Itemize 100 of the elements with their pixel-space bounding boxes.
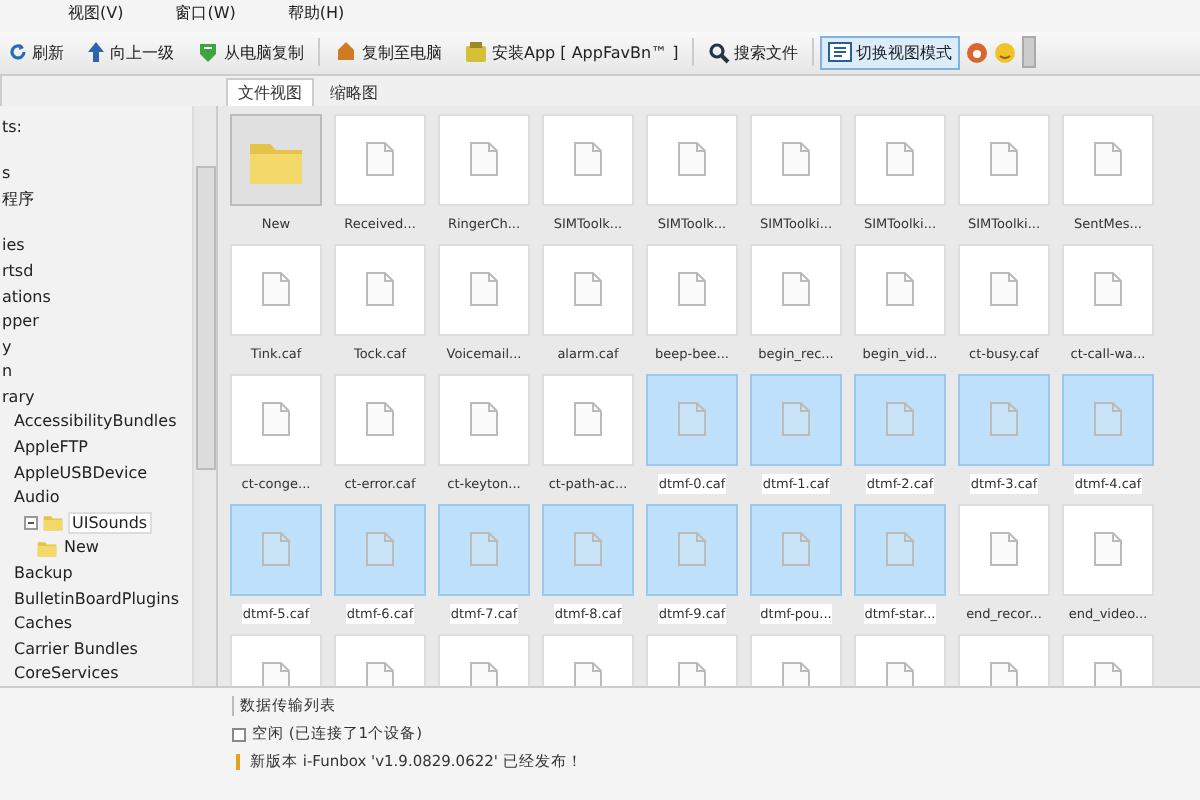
- file-icon: [678, 142, 706, 177]
- folder-icon: [42, 512, 64, 533]
- more-button[interactable]: [1022, 36, 1037, 69]
- view-tab[interactable]: 缩略图: [318, 77, 390, 106]
- file-tile[interactable]: [438, 243, 530, 336]
- menu-item[interactable]: 视图(V): [68, 2, 124, 32]
- file-tile[interactable]: [334, 113, 426, 206]
- file-tile[interactable]: [646, 113, 738, 206]
- tree-item[interactable]: ts:: [0, 117, 24, 136]
- file-icon: [782, 142, 810, 177]
- scrollbar-thumb[interactable]: [195, 165, 215, 470]
- tree-item[interactable]: rtsd: [0, 261, 36, 280]
- tree-item[interactable]: ies: [0, 236, 27, 255]
- file-tile[interactable]: [646, 373, 738, 466]
- expander-icon: [24, 515, 38, 530]
- file-icon: [782, 272, 810, 307]
- file-icon: [366, 532, 394, 567]
- file-icon: [678, 272, 706, 307]
- tree-item[interactable]: AppleFTP: [12, 438, 90, 457]
- up-arrow-icon: [86, 40, 106, 65]
- file-icon: [366, 142, 394, 177]
- file-icon: [262, 532, 290, 567]
- file-icon: [990, 532, 1018, 567]
- toolbar-button[interactable]: 切换视图模式: [820, 35, 961, 70]
- file-tile[interactable]: [230, 503, 322, 596]
- file-tile[interactable]: [542, 373, 634, 466]
- tree-item[interactable]: New: [62, 538, 101, 557]
- file-tile[interactable]: [542, 113, 634, 206]
- file-tile[interactable]: [854, 113, 946, 206]
- toolbar-button[interactable]: 复制至电脑: [326, 35, 450, 70]
- tree-item[interactable]: CoreServices: [12, 664, 121, 683]
- file-icon: [574, 272, 602, 307]
- file-icon: [470, 142, 498, 177]
- file-icon: [1094, 142, 1122, 177]
- file-icon: [990, 272, 1018, 307]
- file-tile[interactable]: [334, 503, 426, 596]
- file-tile[interactable]: [334, 373, 426, 466]
- file-tile[interactable]: [750, 243, 842, 336]
- view-tab[interactable]: 文件视图: [226, 77, 314, 106]
- tree-item[interactable]: Audio: [12, 488, 62, 507]
- file-tile[interactable]: [958, 373, 1050, 466]
- file-icon: [366, 402, 394, 437]
- toolbar-button[interactable]: 从电脑复制: [188, 35, 312, 70]
- file-tile[interactable]: [1062, 373, 1154, 466]
- file-tile[interactable]: [750, 113, 842, 206]
- file-tile[interactable]: [438, 373, 530, 466]
- tree-item[interactable]: 程序: [0, 187, 36, 210]
- tree-item[interactable]: ations: [0, 287, 53, 305]
- toolbar-button[interactable]: 向上一级: [78, 35, 182, 70]
- tree-item[interactable]: s: [0, 164, 13, 183]
- file-tile[interactable]: [542, 243, 634, 336]
- file-tile[interactable]: [854, 503, 946, 596]
- file-icon: [262, 272, 290, 307]
- tree-item[interactable]: Backup: [12, 564, 75, 583]
- file-tile[interactable]: [750, 373, 842, 466]
- smiley-icon: [994, 41, 1017, 64]
- toolbar-button[interactable]: 刷新: [0, 35, 72, 70]
- toolbar-button[interactable]: 搜索文件: [700, 35, 807, 70]
- file-tile[interactable]: [750, 503, 842, 596]
- file-icon: [678, 532, 706, 567]
- file-tile[interactable]: [1062, 243, 1154, 336]
- file-tile[interactable]: [1062, 503, 1154, 596]
- menu-item[interactable]: 窗口(W): [175, 2, 236, 32]
- toolbar-button[interactable]: 安装App [ AppFavBn™ ]: [456, 35, 687, 70]
- file-icon: [470, 272, 498, 307]
- file-tile[interactable]: [542, 503, 634, 596]
- tree-item[interactable]: n: [0, 362, 15, 381]
- file-tile[interactable]: [646, 243, 738, 336]
- file-tile[interactable]: [230, 113, 322, 206]
- file-tile[interactable]: [854, 243, 946, 336]
- file-icon: [1094, 402, 1122, 437]
- file-icon: [886, 142, 914, 177]
- tree-item[interactable]: pper: [0, 312, 41, 331]
- file-tile[interactable]: [646, 503, 738, 596]
- tree-item[interactable]: rary: [0, 387, 37, 406]
- file-tile[interactable]: [230, 373, 322, 466]
- tree-item[interactable]: BulletinBoardPlugins: [12, 589, 182, 608]
- app-icon: [464, 40, 488, 65]
- refresh-icon: [8, 42, 28, 63]
- tree-item[interactable]: UISounds: [68, 511, 152, 534]
- file-icon: [886, 272, 914, 307]
- status-icon: [232, 727, 246, 742]
- tree-item[interactable]: Carrier Bundles: [12, 639, 140, 658]
- file-tile[interactable]: [1062, 113, 1154, 206]
- file-icon: [574, 532, 602, 567]
- file-tile[interactable]: [854, 373, 946, 466]
- tree-item[interactable]: y: [0, 337, 14, 356]
- menu-item[interactable]: 帮助(H): [287, 2, 345, 32]
- file-tile[interactable]: [438, 113, 530, 206]
- file-tile[interactable]: [438, 503, 530, 596]
- file-tile[interactable]: [230, 243, 322, 336]
- file-icon: [990, 402, 1018, 437]
- tree-item[interactable]: AppleUSBDevice: [12, 463, 150, 482]
- file-icon: [678, 402, 706, 437]
- file-tile[interactable]: [958, 113, 1050, 206]
- file-tile[interactable]: [958, 503, 1050, 596]
- tree-item[interactable]: Caches: [12, 614, 75, 633]
- file-tile[interactable]: [334, 243, 426, 336]
- tree-item[interactable]: AccessibilityBundles: [12, 412, 179, 431]
- file-tile[interactable]: [958, 243, 1050, 336]
